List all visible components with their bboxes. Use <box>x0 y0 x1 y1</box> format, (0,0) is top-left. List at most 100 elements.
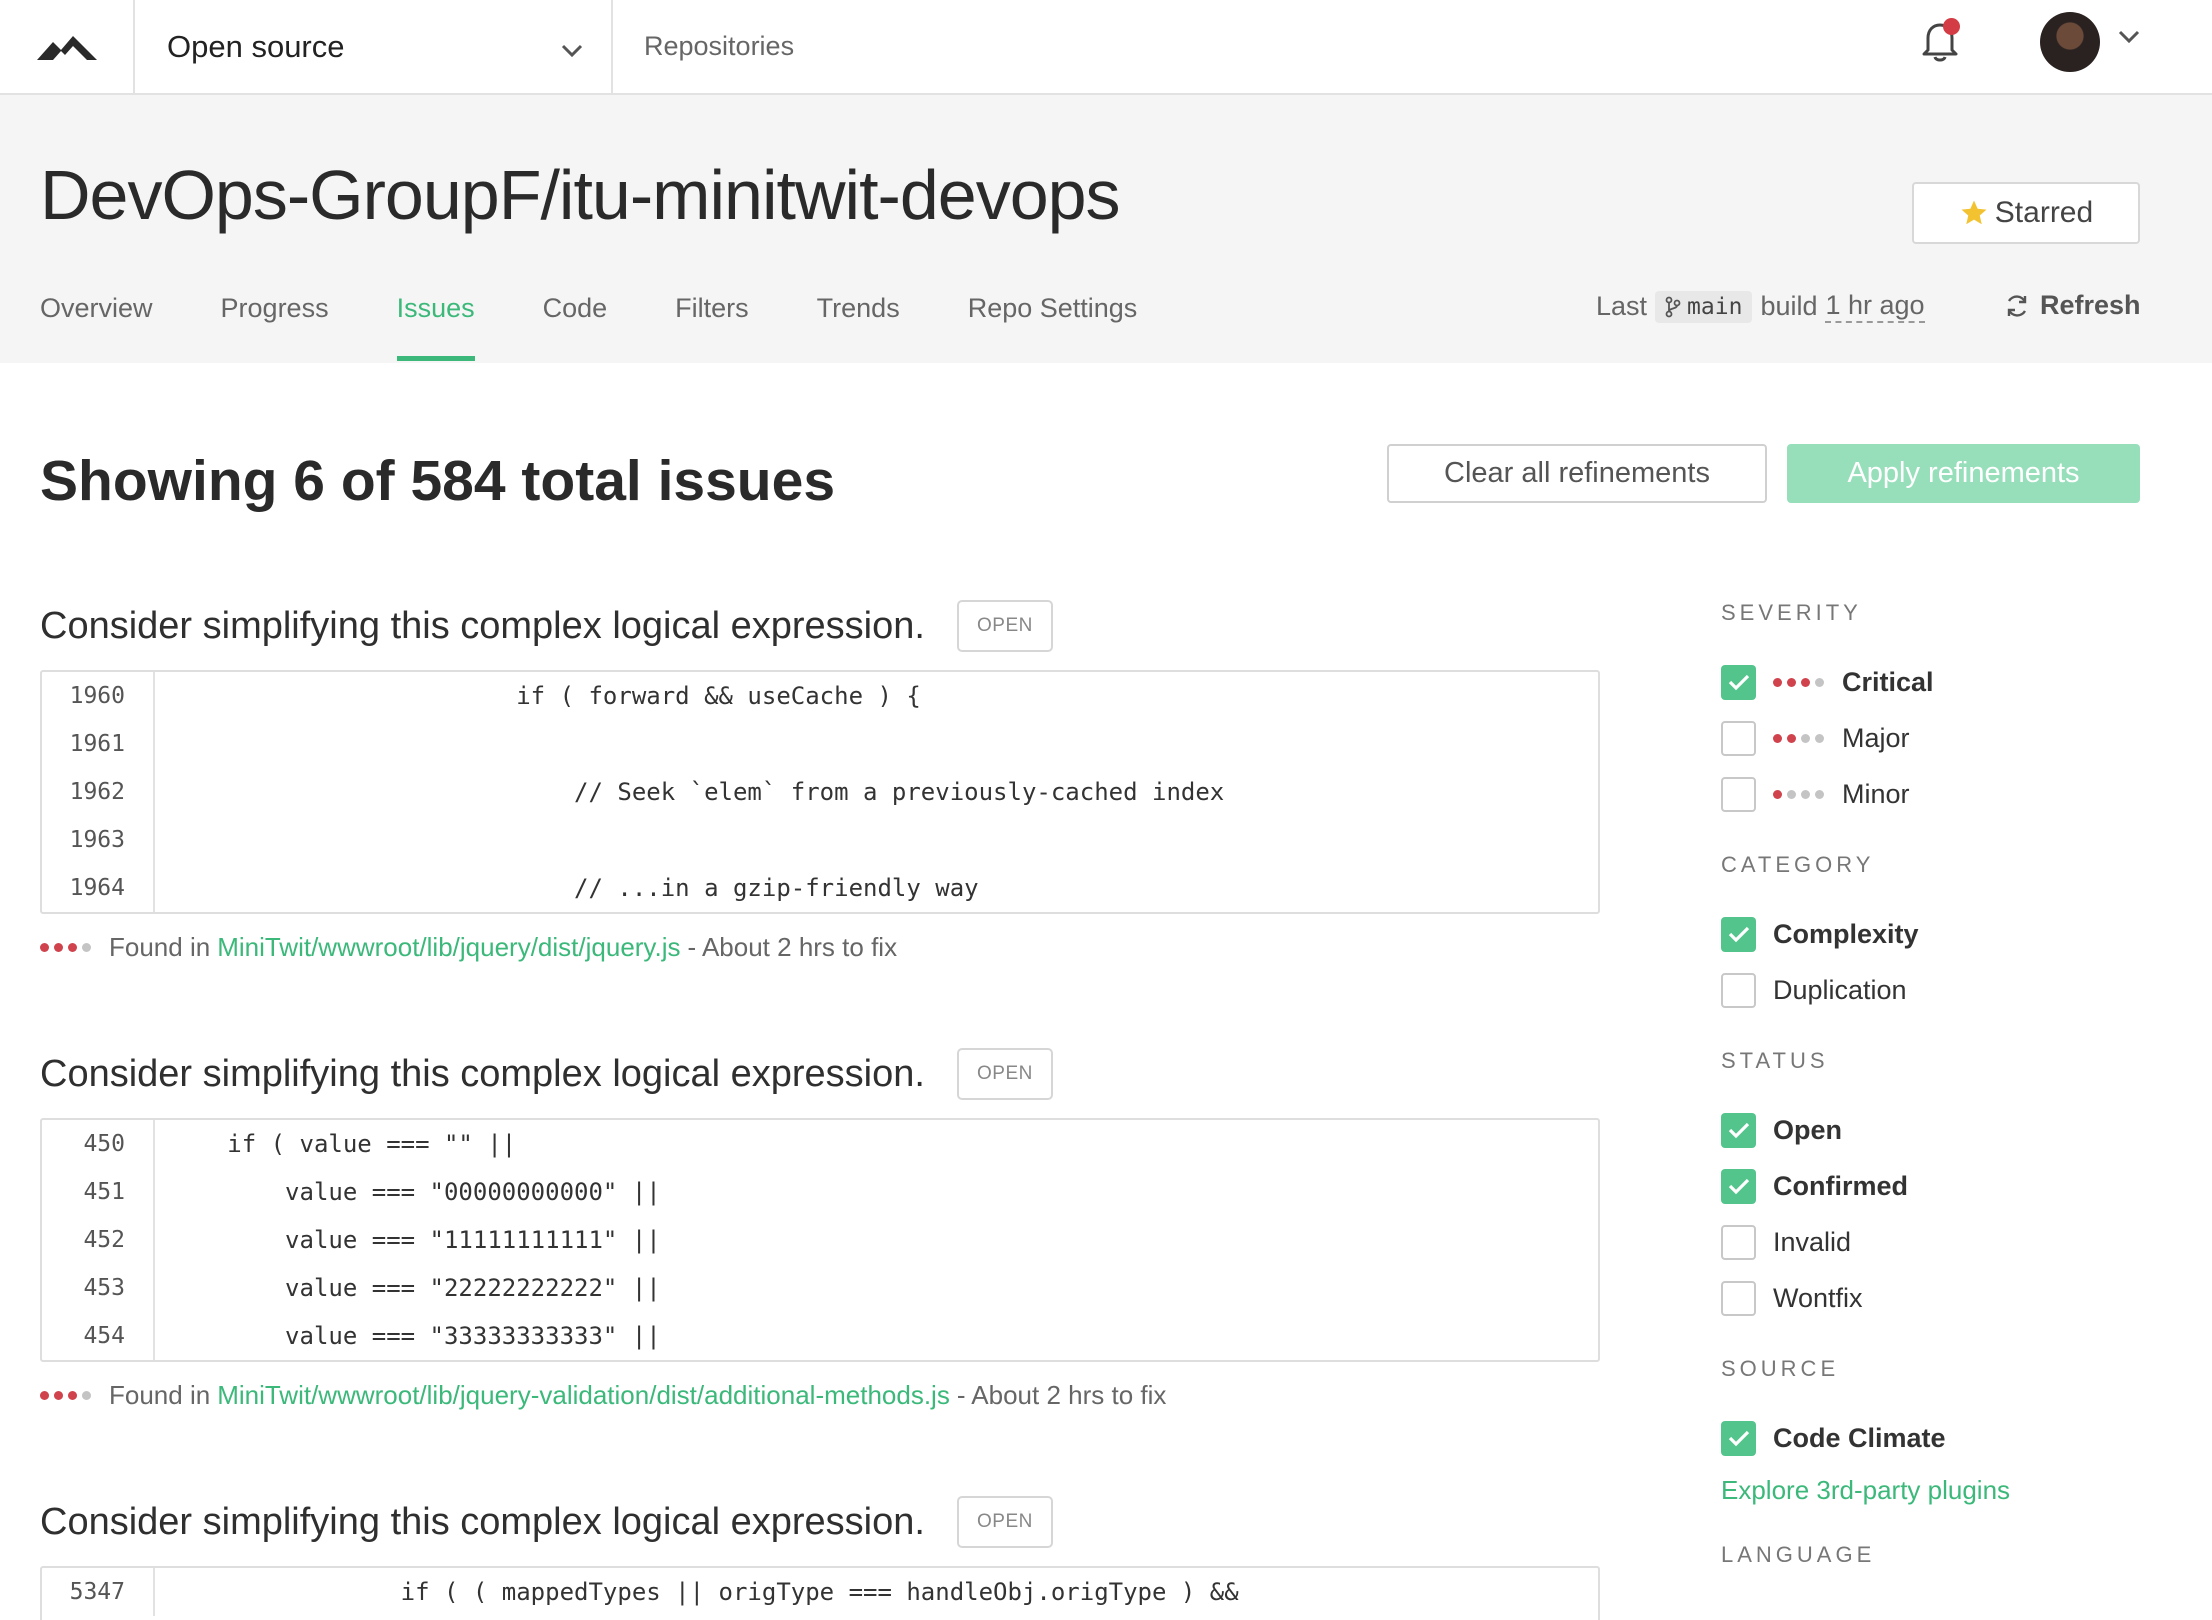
logo-icon <box>36 35 97 60</box>
code-snippet: 450 if ( value === "" || 451 value === "… <box>40 1118 1600 1362</box>
clear-refinements-button[interactable]: Clear all refinements <box>1387 444 1767 503</box>
language-heading: LANGUAGE <box>1721 1542 1876 1567</box>
code-line: 450 if ( value === "" || <box>42 1120 1598 1168</box>
repositories-link[interactable]: Repositories <box>644 0 794 93</box>
filter-wontfix[interactable]: Wontfix <box>1721 1270 2181 1326</box>
line-number: 1960 <box>42 672 155 720</box>
code-line: 5347 if ( ( mappedTypes || origType === … <box>42 1568 1598 1616</box>
checkbox-checked[interactable] <box>1721 916 1756 952</box>
category-heading: CATEGORY <box>1721 852 1875 877</box>
build-time[interactable]: 1 hr ago <box>1825 290 1925 323</box>
code-text: value === "33333333333" || <box>155 1322 661 1350</box>
filter-complexity[interactable]: Complexity <box>1721 906 2181 962</box>
status-badge: OPEN <box>956 1048 1053 1100</box>
branch-name: main <box>1687 293 1743 320</box>
build-prefix: Last <box>1596 291 1648 321</box>
severity-heading: SEVERITY <box>1721 600 1862 625</box>
notification-dot <box>1943 18 1960 35</box>
tab-code[interactable]: Code <box>543 293 608 361</box>
fix-estimate: - About 2 hrs to fix <box>956 1380 1167 1410</box>
line-number: 452 <box>42 1216 155 1264</box>
line-number: 453 <box>42 1264 155 1312</box>
code-line: 1961 <box>42 720 1598 768</box>
code-line: 1962 // Seek `elem` from a previously-ca… <box>42 768 1598 816</box>
filter-code-climate[interactable]: Code Climate <box>1721 1410 2181 1466</box>
line-number: 1961 <box>42 720 155 768</box>
checkbox-checked[interactable] <box>1721 1420 1756 1456</box>
checkbox-checked[interactable] <box>1721 664 1756 700</box>
checkbox-checked[interactable] <box>1721 1168 1756 1204</box>
check-icon <box>1728 1430 1749 1447</box>
code-text: if ( ( mappedTypes || origType === handl… <box>155 1578 1239 1606</box>
issue-title[interactable]: Consider simplifying this complex logica… <box>40 1501 925 1544</box>
issue-card: Consider simplifying this complex logica… <box>40 1044 1600 1411</box>
code-text: // Seek `elem` from a previously-cached … <box>155 778 1225 806</box>
filter-minor[interactable]: Minor <box>1721 766 2181 822</box>
status-badge: OPEN <box>956 1496 1053 1548</box>
filter-open[interactable]: Open <box>1721 1102 2181 1158</box>
tab-repo-settings[interactable]: Repo Settings <box>968 293 1138 361</box>
checkbox-unchecked[interactable] <box>1721 972 1756 1008</box>
apply-refinements-button[interactable]: Apply refinements <box>1787 444 2140 503</box>
severity-filter: SEVERITY Critical Major Minor <box>1721 600 2181 822</box>
tab-filters[interactable]: Filters <box>675 293 749 361</box>
code-text: if ( forward && useCache ) { <box>155 682 921 710</box>
tab-overview[interactable]: Overview <box>40 293 153 361</box>
org-switcher[interactable]: Open source <box>135 0 613 93</box>
filter-confirmed[interactable]: Confirmed <box>1721 1158 2181 1214</box>
filter-critical[interactable]: Critical <box>1721 654 2181 710</box>
filter-duplication[interactable]: Duplication <box>1721 962 2181 1018</box>
found-prefix: Found in <box>109 932 211 962</box>
branch-badge: main <box>1655 290 1753 323</box>
explore-plugins-link[interactable]: Explore 3rd-party plugins <box>1721 1468 2181 1512</box>
refresh-button[interactable]: Refresh <box>2004 290 2141 321</box>
refresh-icon <box>2007 294 2027 317</box>
star-button[interactable]: Starred <box>1912 182 2140 244</box>
check-icon <box>1728 674 1749 691</box>
language-filter: LANGUAGE <box>1721 1542 2181 1574</box>
code-climate-logo[interactable] <box>0 0 135 93</box>
filter-invalid[interactable]: Invalid <box>1721 1214 2181 1270</box>
checkbox-checked[interactable] <box>1721 1112 1756 1148</box>
tab-trends[interactable]: Trends <box>817 293 900 361</box>
code-text: // ...in a gzip-friendly way <box>155 874 979 902</box>
fix-estimate: - About 2 hrs to fix <box>687 932 898 962</box>
code-line: 453 value === "22222222222" || <box>42 1264 1598 1312</box>
filter-label: Invalid <box>1773 1226 1852 1257</box>
filter-label: Minor <box>1842 778 1910 809</box>
checkbox-unchecked[interactable] <box>1721 776 1756 812</box>
code-line: 1963 <box>42 816 1598 864</box>
line-number: 450 <box>42 1120 155 1168</box>
category-filter: CATEGORY Complexity Duplication <box>1721 852 2181 1018</box>
org-name: Open source <box>167 28 345 64</box>
code-line: 1964 // ...in a gzip-friendly way <box>42 864 1598 912</box>
checkbox-unchecked[interactable] <box>1721 1280 1756 1316</box>
tab-progress[interactable]: Progress <box>221 293 329 361</box>
issue-title-row: Consider simplifying this complex logica… <box>40 596 1600 656</box>
severity-indicator <box>40 1391 91 1400</box>
build-middle: build <box>1760 291 1818 321</box>
file-path-link[interactable]: MiniTwit/wwwroot/lib/jquery-validation/d… <box>217 1380 950 1411</box>
tab-issues[interactable]: Issues <box>396 293 475 361</box>
top-nav: Open source Repositories <box>0 0 2212 95</box>
source-heading: SOURCE <box>1721 1356 1840 1381</box>
filter-label: Open <box>1773 1114 1843 1145</box>
issue-title[interactable]: Consider simplifying this complex logica… <box>40 1053 925 1096</box>
notifications-button[interactable] <box>1914 14 1966 66</box>
filter-major[interactable]: Major <box>1721 710 2181 766</box>
code-snippet: 5347 if ( ( mappedTypes || origType === … <box>40 1566 1600 1620</box>
issues-summary: Showing 6 of 584 total issues <box>40 449 836 513</box>
status-badge: OPEN <box>956 600 1053 652</box>
code-line: 454 value === "33333333333" || <box>42 1312 1598 1360</box>
line-number: 1964 <box>42 864 155 912</box>
checkbox-unchecked[interactable] <box>1721 720 1756 756</box>
checkbox-unchecked[interactable] <box>1721 1224 1756 1260</box>
file-path-link[interactable]: MiniTwit/wwwroot/lib/jquery/dist/jquery.… <box>217 932 680 963</box>
severity-indicator <box>1773 677 1824 687</box>
user-avatar[interactable] <box>2040 12 2100 72</box>
refinements-sidebar: SEVERITY Critical Major Minor CATEGORY C… <box>1721 600 2181 1604</box>
issue-location: Found in MiniTwit/wwwroot/lib/jquery/dis… <box>40 932 1600 963</box>
line-number: 454 <box>42 1312 155 1360</box>
issue-title[interactable]: Consider simplifying this complex logica… <box>40 605 925 648</box>
chevron-down-icon[interactable] <box>2118 30 2140 49</box>
